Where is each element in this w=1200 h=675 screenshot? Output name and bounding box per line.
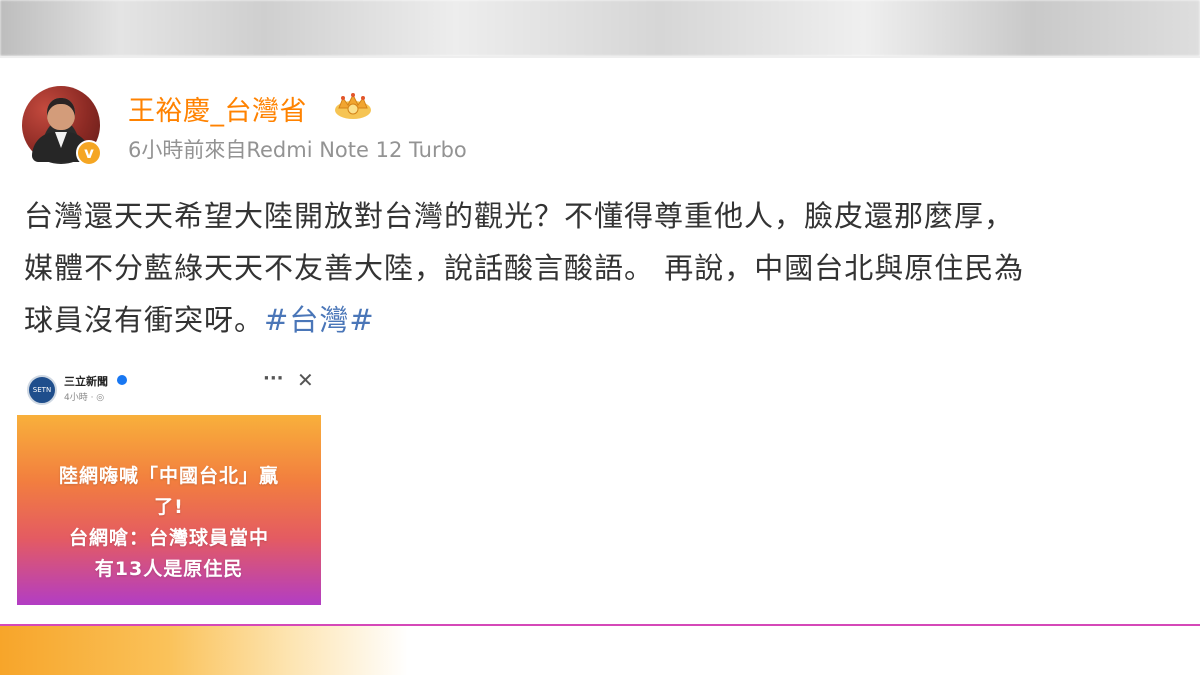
graphic-text-line: 了!: [154, 496, 184, 518]
post-meta: 6小時前來自Redmi Note 12 Turbo: [128, 138, 467, 162]
post-body-line: 球員沒有衝突呀。: [24, 303, 265, 337]
more-icon[interactable]: ···: [263, 368, 284, 389]
bottom-banner: [0, 626, 1200, 675]
close-icon[interactable]: ✕: [297, 368, 314, 392]
avatar-head: [47, 98, 75, 130]
post-body-line: 媒體不分藍綠天天不友善大陸，說話酸言酸語。 再說，中國台北與原住民為: [24, 251, 1025, 285]
graphic-text-line: 有13人是原住民: [94, 558, 244, 580]
hashtag-link[interactable]: #台灣#: [264, 303, 375, 337]
check-icon: [117, 375, 127, 385]
graphic-text-line: 台網嗆：台灣球員當中: [68, 527, 269, 549]
top-divider: [0, 56, 1200, 58]
news-graphic[interactable]: 陸網嗨喊「中國台北」贏 了! 台網嗆：台灣球員當中 有13人是原住民: [17, 415, 321, 605]
embedded-news-card[interactable]: SETN 三立新聞 4小時 · ◎ ··· ✕ 陸網嗨喊「中國台北」贏 了! 台…: [17, 362, 321, 605]
post-body: 台灣還天天希望大陸開放對台灣的觀光？不懂得尊重他人，臉皮還那麼厚， 媒體不分藍綠天…: [24, 190, 1184, 346]
blurred-top-banner: [0, 0, 1200, 56]
news-source: 三立新聞: [64, 375, 108, 388]
news-logo: SETN: [27, 375, 57, 405]
verified-icon: v: [76, 140, 102, 166]
post-body-line: 台灣還天天希望大陸開放對台灣的觀光？不懂得尊重他人，臉皮還那麼厚，: [24, 199, 1015, 233]
news-time: 4小時 · ◎: [64, 393, 105, 403]
username[interactable]: 王裕慶_台灣省: [128, 89, 307, 128]
crown-icon: [335, 93, 371, 119]
graphic-text-line: 陸網嗨喊「中國台北」贏: [58, 465, 279, 487]
